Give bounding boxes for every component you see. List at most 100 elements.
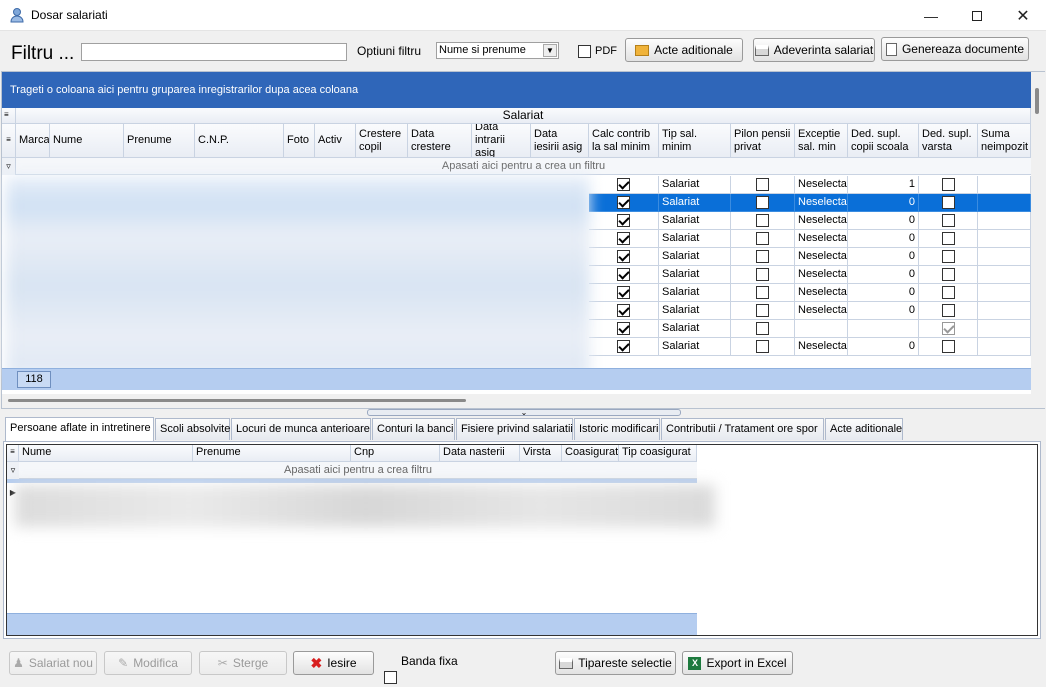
cell-ded-copii[interactable]: 0 <box>848 212 919 230</box>
column-header[interactable]: Suma neimpozit <box>978 124 1031 158</box>
cell-tip-sal[interactable]: Salariat <box>659 284 731 302</box>
tab[interactable]: Scoli absolvite <box>155 418 230 440</box>
cell-ded-copii[interactable]: 0 <box>848 266 919 284</box>
filter-options-select[interactable]: Nume si prenume ▼ <box>436 42 559 59</box>
sub-grid-menu-icon[interactable]: ≡ <box>7 445 19 462</box>
cell-pilon[interactable] <box>731 176 795 194</box>
cell-calc-contrib[interactable] <box>589 176 659 194</box>
ded-varsta-checkbox[interactable] <box>941 322 955 335</box>
cell-pilon[interactable] <box>731 194 795 212</box>
pilon-checkbox[interactable] <box>756 340 769 353</box>
cell-ded-copii[interactable] <box>848 320 919 338</box>
sub-column-header[interactable]: Prenume <box>193 445 351 462</box>
column-header[interactable]: Crestere copil <box>356 124 408 158</box>
column-header[interactable]: Pilon pensii privat <box>731 124 795 158</box>
cell-pilon[interactable] <box>731 320 795 338</box>
cell-exceptie[interactable]: Neselectat <box>795 248 848 266</box>
column-header[interactable]: Calc contrib la sal minim <box>589 124 659 158</box>
tab[interactable]: Conturi la banci <box>372 418 455 440</box>
cell-tip-sal[interactable]: Salariat <box>659 320 731 338</box>
salariat-nou-button[interactable]: ♟ Salariat nou <box>9 651 97 675</box>
genereaza-documente-button[interactable]: Genereaza documente <box>881 37 1029 61</box>
column-header[interactable]: Prenume <box>124 124 195 158</box>
column-header[interactable]: Marca <box>16 124 50 158</box>
acte-aditionale-button[interactable]: Acte aditionale <box>625 38 743 62</box>
horizontal-scrollbar[interactable] <box>2 394 1045 408</box>
pilon-checkbox[interactable] <box>756 196 769 209</box>
cell-calc-contrib[interactable] <box>589 248 659 266</box>
pilon-checkbox[interactable] <box>756 232 769 245</box>
column-header[interactable]: Nume <box>50 124 124 158</box>
pilon-checkbox[interactable] <box>756 304 769 317</box>
cell-exceptie[interactable]: Neselectat <box>795 230 848 248</box>
cell-suma[interactable] <box>978 176 1031 194</box>
cell-ded-copii[interactable]: 0 <box>848 338 919 356</box>
cell-ded-varsta[interactable] <box>919 248 978 266</box>
sterge-button[interactable]: ✂ Sterge <box>199 651 287 675</box>
cell-suma[interactable] <box>978 302 1031 320</box>
cell-ded-varsta[interactable] <box>919 176 978 194</box>
cell-tip-sal[interactable]: Salariat <box>659 230 731 248</box>
cell-ded-varsta[interactable] <box>919 194 978 212</box>
cell-ded-varsta[interactable] <box>919 266 978 284</box>
adeverinta-salariat-button[interactable]: Adeverinta salariat <box>753 38 875 62</box>
tab[interactable]: Istoric modificari <box>574 418 660 440</box>
banda-fixa-checkbox[interactable] <box>384 671 397 684</box>
grid-menu-icon[interactable]: ≡ <box>2 124 16 158</box>
column-chooser-icon[interactable]: ≡ <box>2 108 16 124</box>
cell-exceptie[interactable]: Neselectat <box>795 302 848 320</box>
tipareste-selectie-button[interactable]: Tipareste selectie <box>555 651 676 675</box>
ded-varsta-checkbox[interactable] <box>941 340 955 353</box>
cell-calc-contrib[interactable] <box>589 212 659 230</box>
pdf-checkbox[interactable] <box>578 45 591 58</box>
cell-suma[interactable] <box>978 338 1031 356</box>
column-header[interactable]: Data iesirii asig <box>531 124 589 158</box>
close-button[interactable]: ✕ <box>1000 0 1046 31</box>
sub-column-header[interactable]: Virsta <box>520 445 562 462</box>
cell-suma[interactable] <box>978 248 1031 266</box>
cell-exceptie[interactable]: Neselectat <box>795 266 848 284</box>
vertical-scrollbar[interactable] <box>1031 72 1045 394</box>
cell-ded-copii[interactable]: 0 <box>848 284 919 302</box>
cell-suma[interactable] <box>978 284 1031 302</box>
cell-calc-contrib[interactable] <box>589 302 659 320</box>
pilon-checkbox[interactable] <box>756 178 769 191</box>
ded-varsta-checkbox[interactable] <box>941 196 955 209</box>
pilon-checkbox[interactable] <box>756 214 769 227</box>
modifica-button[interactable]: ✎ Modifica <box>104 651 192 675</box>
cell-pilon[interactable] <box>731 302 795 320</box>
calc-contrib-checkbox[interactable] <box>617 178 630 191</box>
sub-grid-filter-row[interactable]: Apasati aici pentru a crea filtru <box>19 462 697 479</box>
cell-calc-contrib[interactable] <box>589 338 659 356</box>
ded-varsta-checkbox[interactable] <box>941 268 955 281</box>
column-header[interactable]: Data intrarii asig <box>472 124 531 158</box>
cell-ded-copii[interactable]: 1 <box>848 176 919 194</box>
calc-contrib-checkbox[interactable] <box>617 196 630 209</box>
tab[interactable]: Locuri de munca anterioare <box>231 418 371 440</box>
export-excel-button[interactable]: X Export in Excel <box>682 651 793 675</box>
column-header[interactable]: Ded. supl. varsta <box>919 124 978 158</box>
cell-exceptie[interactable] <box>795 320 848 338</box>
band-header-salariat[interactable]: Salariat <box>16 108 1031 124</box>
cell-ded-copii[interactable]: 0 <box>848 302 919 320</box>
calc-contrib-checkbox[interactable] <box>617 286 630 299</box>
pilon-checkbox[interactable] <box>756 322 769 335</box>
cell-exceptie[interactable]: Neselectat <box>795 338 848 356</box>
cell-ded-varsta[interactable] <box>919 230 978 248</box>
cell-suma[interactable] <box>978 194 1031 212</box>
cell-tip-sal[interactable]: Salariat <box>659 338 731 356</box>
pilon-checkbox[interactable] <box>756 286 769 299</box>
pilon-checkbox[interactable] <box>756 250 769 263</box>
filter-input[interactable] <box>81 43 347 61</box>
cell-tip-sal[interactable]: Salariat <box>659 194 731 212</box>
column-header[interactable]: C.N.P. <box>195 124 284 158</box>
cell-calc-contrib[interactable] <box>589 320 659 338</box>
tab[interactable]: Acte aditionale <box>825 418 903 440</box>
cell-ded-varsta[interactable] <box>919 284 978 302</box>
calc-contrib-checkbox[interactable] <box>617 232 630 245</box>
ded-varsta-checkbox[interactable] <box>941 232 955 245</box>
calc-contrib-checkbox[interactable] <box>617 304 630 317</box>
column-header[interactable]: Activ <box>315 124 356 158</box>
sub-column-header[interactable]: Nume <box>19 445 193 462</box>
cell-suma[interactable] <box>978 320 1031 338</box>
